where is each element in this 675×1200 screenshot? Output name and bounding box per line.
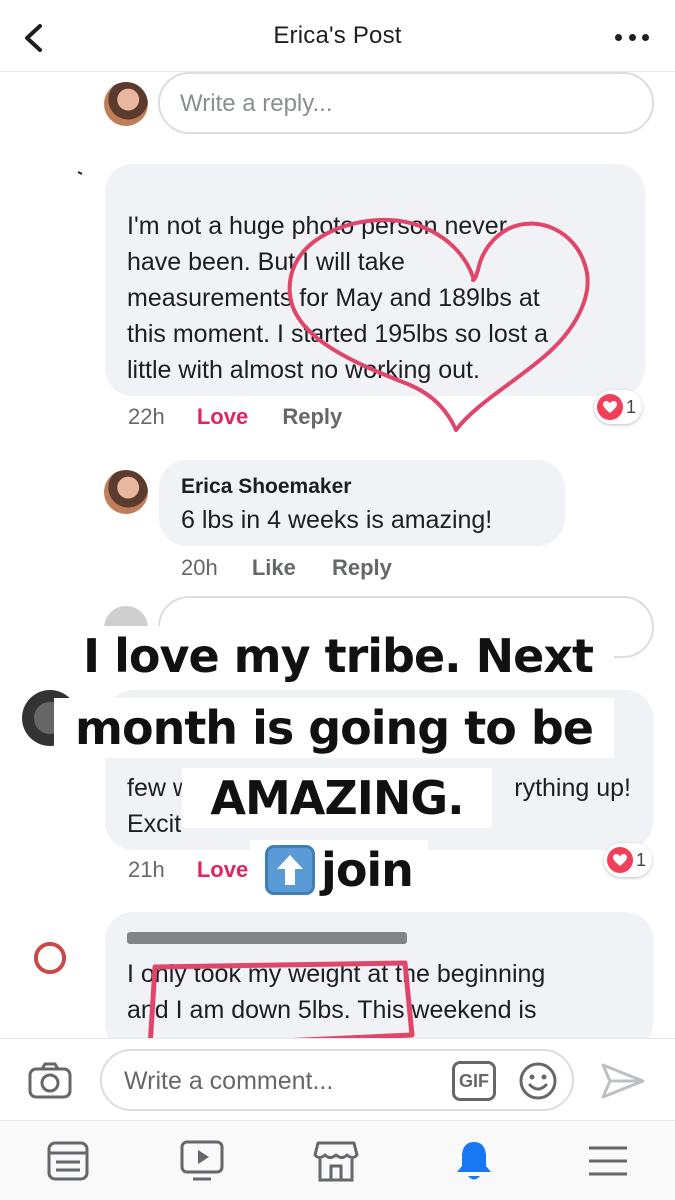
avatar[interactable] xyxy=(22,930,78,986)
more-options-button[interactable] xyxy=(615,28,649,46)
comment-text: 6 lbs in 4 weeks is amazing! xyxy=(181,506,493,534)
reaction-count: 1 xyxy=(636,849,647,870)
page-title: Erica's Post xyxy=(273,22,402,49)
overlay-text-line-1: I love my tribe. Next xyxy=(62,626,614,686)
overlay-text-line-3: AMAZING. xyxy=(182,768,492,828)
overlay-join-text: join xyxy=(321,843,414,897)
reply-button[interactable]: Reply xyxy=(332,555,392,580)
send-icon xyxy=(601,1063,645,1099)
camera-icon xyxy=(28,1062,72,1099)
smiley-icon xyxy=(519,1062,557,1100)
tab-menu[interactable] xyxy=(584,1137,632,1185)
overlay-text-line-2: month is going to be xyxy=(54,698,614,758)
gif-label: GIF xyxy=(459,1070,489,1091)
dot-icon xyxy=(642,33,649,41)
camera-button[interactable] xyxy=(28,1061,72,1101)
bell-icon xyxy=(457,1142,491,1180)
comment-meta: 21h Love xyxy=(128,857,248,883)
reaction-badge[interactable]: 1 xyxy=(604,843,653,877)
tab-notifications[interactable] xyxy=(450,1137,498,1185)
comment-time: 22h xyxy=(128,404,165,429)
tab-watch[interactable] xyxy=(178,1137,226,1185)
comment-bubble[interactable]: Erica Shoemaker 6 lbs in 4 weeks is amaz… xyxy=(159,460,565,546)
tab-marketplace[interactable] xyxy=(312,1137,360,1185)
reply-placeholder: Write a reply... xyxy=(180,90,333,117)
like-button[interactable]: Like xyxy=(252,555,296,580)
comment-line: rything up! xyxy=(514,774,631,802)
comment-author[interactable]: Erica Shoemaker xyxy=(181,475,351,499)
tab-news-feed[interactable] xyxy=(44,1137,92,1185)
video-play-icon xyxy=(180,1140,224,1181)
love-button[interactable]: Love xyxy=(197,404,248,429)
love-button[interactable]: Love xyxy=(197,857,248,882)
emoji-button[interactable] xyxy=(518,1061,558,1101)
comment-time: 20h xyxy=(181,555,218,580)
reaction-count: 1 xyxy=(626,396,637,417)
gif-button[interactable]: GIF xyxy=(452,1061,496,1101)
news-feed-icon xyxy=(47,1141,89,1181)
bottom-tab-bar xyxy=(0,1120,675,1200)
comment-placeholder: Write a comment... xyxy=(124,1067,334,1095)
dot-icon xyxy=(628,33,636,41)
reply-input[interactable]: Write a reply... xyxy=(158,72,654,134)
heart-annotation xyxy=(287,217,590,432)
top-bar: Erica's Post xyxy=(0,0,675,72)
comment-time: 21h xyxy=(128,857,165,882)
marketplace-icon xyxy=(313,1141,359,1182)
hamburger-menu-icon xyxy=(589,1146,627,1176)
comment-line: Excit xyxy=(127,810,182,838)
dot-icon xyxy=(615,33,622,41)
comment-meta: 20h Like Reply xyxy=(181,555,392,581)
overlay-join: join xyxy=(250,840,428,900)
redacted-author xyxy=(127,932,407,944)
comment-input[interactable]: Write a comment... GIF xyxy=(100,1049,574,1111)
avatar[interactable] xyxy=(104,470,148,514)
avatar[interactable] xyxy=(104,82,148,126)
up-arrow-icon xyxy=(265,845,316,895)
comment-composer: Write a comment... GIF xyxy=(0,1038,675,1120)
send-button[interactable] xyxy=(600,1061,646,1101)
heart-icon xyxy=(607,847,633,873)
